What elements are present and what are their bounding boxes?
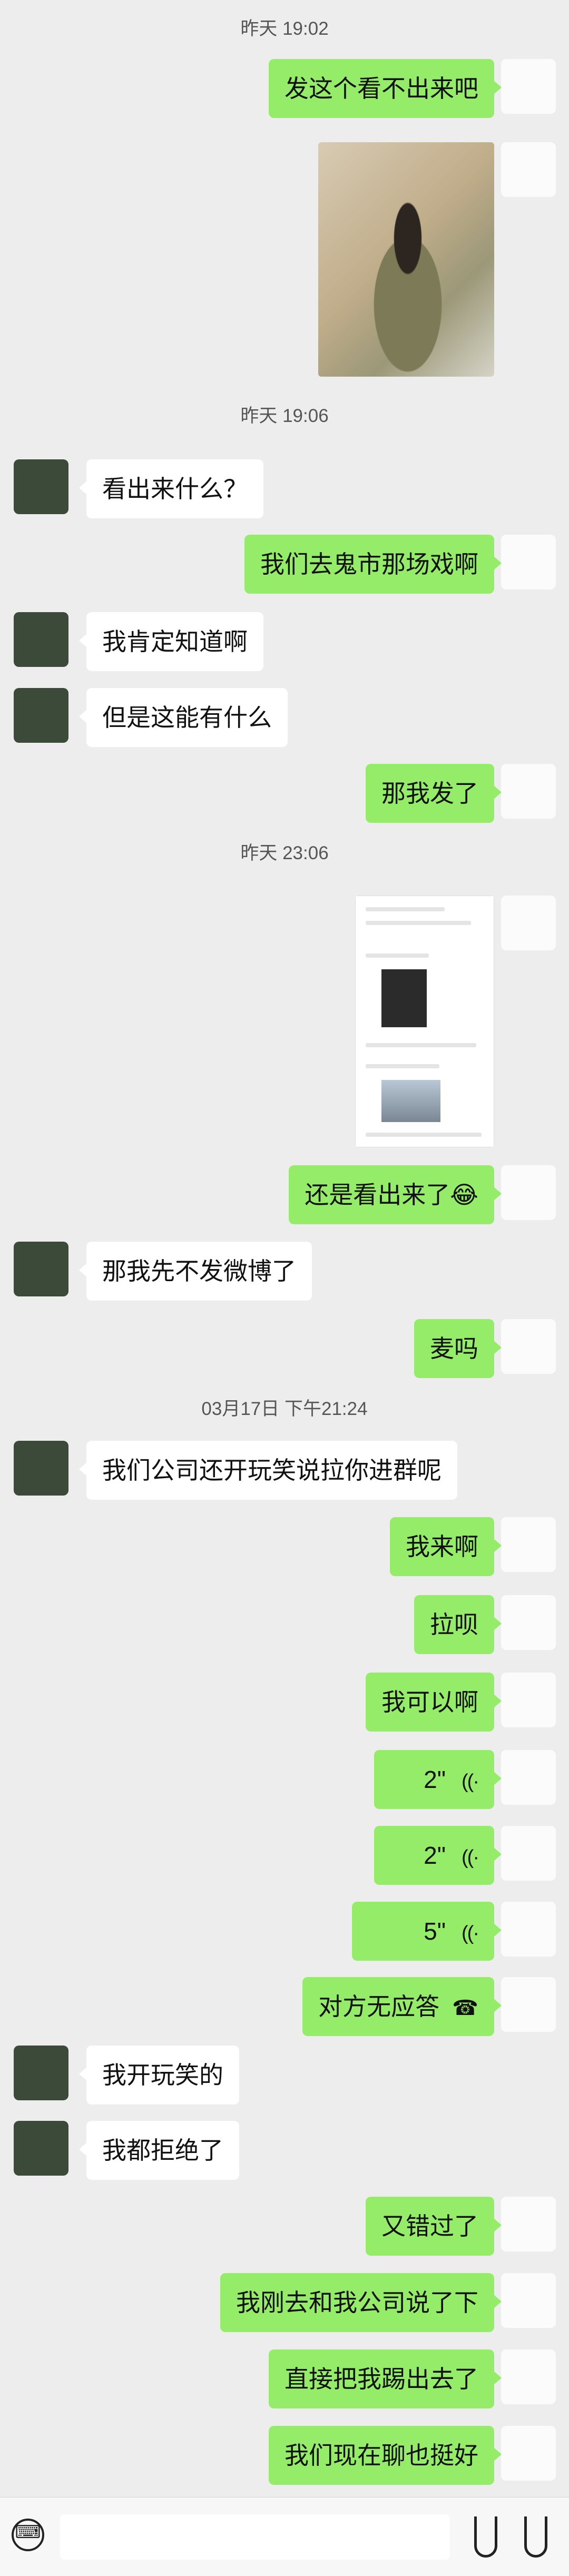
- contact-avatar[interactable]: [14, 1242, 68, 1296]
- message-bubble[interactable]: 我们公司还开玩笑说拉你进群呢: [79, 1441, 457, 1500]
- my-avatar[interactable]: [501, 142, 556, 197]
- message-bubble[interactable]: 但是这能有什么: [79, 688, 288, 747]
- voice-wave-icon: ((·: [462, 1922, 479, 1944]
- voice-message[interactable]: 2" ((·: [374, 1826, 502, 1885]
- voice-duration: 2": [424, 1766, 446, 1793]
- message-bubble[interactable]: 又错过了: [366, 2197, 502, 2256]
- my-avatar[interactable]: [501, 1319, 556, 1374]
- contact-avatar[interactable]: [14, 459, 68, 514]
- voice-wave-icon: ((·: [462, 1771, 479, 1793]
- voice-duration: 5": [424, 1918, 446, 1945]
- message-input[interactable]: [60, 2514, 450, 2560]
- message-bubble[interactable]: 直接把我踢出去了: [269, 2349, 502, 2408]
- my-avatar[interactable]: [501, 2426, 556, 2481]
- my-avatar[interactable]: [501, 535, 556, 589]
- my-avatar[interactable]: [501, 2349, 556, 2404]
- my-avatar[interactable]: [501, 1826, 556, 1881]
- my-avatar[interactable]: [501, 59, 556, 114]
- screenshot-text-line: [366, 1064, 439, 1068]
- message-bubble[interactable]: 我肯定知道啊: [79, 612, 263, 671]
- input-toolbar: [0, 2497, 569, 2576]
- message-bubble[interactable]: 我都拒绝了: [79, 2121, 239, 2180]
- more-button[interactable]: [524, 2516, 547, 2558]
- contact-avatar[interactable]: [14, 688, 68, 743]
- contact-avatar[interactable]: [14, 612, 68, 667]
- voice-wave-icon: ((·: [462, 1846, 479, 1869]
- call-record-message[interactable]: 对方无应答 ☎: [302, 1977, 502, 2036]
- emoji-button[interactable]: [474, 2516, 497, 2558]
- message-bubble[interactable]: 发这个看不出来吧: [269, 59, 502, 118]
- screenshot-text-line: [366, 953, 429, 958]
- timestamp: 昨天 19:02: [240, 18, 329, 39]
- contact-avatar[interactable]: [14, 2046, 68, 2100]
- phone-icon: ☎: [452, 1997, 478, 2020]
- my-avatar[interactable]: [501, 1673, 556, 1727]
- message-bubble[interactable]: 那我先不发微博了: [79, 1242, 312, 1301]
- screenshot-text-line: [366, 1043, 476, 1047]
- screenshot-photo: [381, 969, 427, 1027]
- timestamp: 昨天 23:06: [240, 843, 329, 863]
- message-bubble[interactable]: 那我发了: [366, 764, 502, 823]
- photo-message[interactable]: [318, 142, 494, 377]
- screenshot-message[interactable]: [355, 896, 494, 1147]
- chat-history[interactable]: 昨天 19:02 发这个看不出来吧 昨天 19:06 看出来什么？ 我们去鬼市那…: [0, 0, 569, 2497]
- call-status-text: 对方无应答: [318, 1993, 440, 2020]
- photo-person-image: [355, 200, 460, 374]
- timestamp: 03月17日 下午21:24: [201, 1399, 368, 1419]
- timestamp: 昨天 19:06: [240, 406, 329, 426]
- my-avatar[interactable]: [501, 1750, 556, 1805]
- screenshot-photo: [381, 1080, 440, 1122]
- my-avatar[interactable]: [501, 1902, 556, 1956]
- message-bubble[interactable]: 拉呗: [414, 1595, 502, 1654]
- message-bubble[interactable]: 我可以啊: [366, 1673, 502, 1732]
- voice-message[interactable]: 2" ((·: [374, 1750, 502, 1809]
- my-avatar[interactable]: [501, 2197, 556, 2251]
- message-bubble[interactable]: 看出来什么？: [79, 459, 263, 518]
- my-avatar[interactable]: [501, 1595, 556, 1650]
- voice-message[interactable]: 5" ((·: [352, 1902, 502, 1961]
- message-bubble[interactable]: 我来啊: [390, 1517, 502, 1576]
- my-avatar[interactable]: [501, 764, 556, 819]
- my-avatar[interactable]: [501, 1165, 556, 1220]
- keyboard-icon[interactable]: [12, 2519, 44, 2551]
- message-bubble[interactable]: 我开玩笑的: [79, 2046, 239, 2105]
- screenshot-text-line: [366, 921, 471, 925]
- voice-duration: 2": [424, 1842, 446, 1869]
- my-avatar[interactable]: [501, 1517, 556, 1572]
- message-bubble[interactable]: 麦吗: [414, 1319, 502, 1378]
- screenshot-text-line: [366, 907, 445, 911]
- contact-avatar[interactable]: [14, 1441, 68, 1496]
- my-avatar[interactable]: [501, 1977, 556, 2032]
- my-avatar[interactable]: [501, 896, 556, 950]
- contact-avatar[interactable]: [14, 2121, 68, 2176]
- message-bubble[interactable]: 我们现在聊也挺好: [269, 2426, 502, 2485]
- message-bubble[interactable]: 我们去鬼市那场戏啊: [244, 535, 502, 594]
- message-bubble[interactable]: 我刚去和我公司说了下: [220, 2273, 502, 2332]
- my-avatar[interactable]: [501, 2273, 556, 2328]
- screenshot-text-line: [366, 1133, 482, 1137]
- message-bubble[interactable]: 还是看出来了😂: [289, 1165, 502, 1224]
